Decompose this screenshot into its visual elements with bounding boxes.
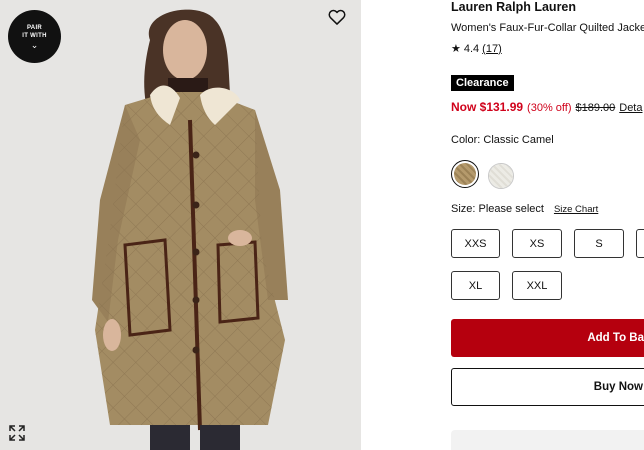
size-row: Size: Please select Size Chart [451, 203, 598, 215]
pair-it-with-button[interactable]: PAIR IT WITH ⌄ [8, 10, 61, 63]
size-option-xl[interactable]: XL [451, 271, 500, 300]
original-price: $189.00 [575, 102, 616, 114]
product-details: Lauren Ralph Lauren Women's Faux-Fur-Col… [451, 0, 644, 450]
size-option-xs[interactable]: XS [512, 229, 562, 258]
swatch-classic-camel[interactable] [451, 160, 479, 188]
add-to-bag-button[interactable]: Add To Ba [451, 319, 644, 357]
heart-icon[interactable] [327, 7, 347, 27]
price-block: Now $131.99 (30% off) $189.00 Deta [451, 100, 643, 114]
info-box [451, 430, 644, 450]
size-option-s[interactable]: S [574, 229, 624, 258]
price-details-link[interactable]: Deta [619, 102, 642, 114]
star-icon: ★ [451, 43, 461, 55]
swatch-alternate-color[interactable] [488, 163, 514, 189]
rating: ★ 4.4 (17) [451, 42, 502, 56]
brand-name[interactable]: Lauren Ralph Lauren [451, 0, 576, 14]
size-option-xxs[interactable]: XXS [451, 229, 500, 258]
pair-label-line2: IT WITH [22, 33, 47, 39]
size-chart-link[interactable]: Size Chart [554, 204, 598, 215]
pair-label-line1: PAIR [26, 25, 43, 31]
product-photo [0, 0, 361, 450]
size-label: Size: Please select [451, 203, 544, 215]
clearance-badge: Clearance [451, 75, 514, 91]
percent-off: (30% off) [527, 102, 572, 114]
expand-icon[interactable] [8, 424, 26, 442]
color-label: Color: Classic Camel [451, 134, 554, 146]
size-option-xxl[interactable]: XXL [512, 271, 562, 300]
review-count-link[interactable]: (17) [482, 43, 502, 55]
rating-value: 4.4 [463, 42, 480, 55]
sale-price: Now $131.99 [451, 100, 524, 114]
product-image[interactable]: PAIR IT WITH ⌄ [0, 0, 361, 450]
chevron-down-icon: ⌄ [30, 40, 39, 50]
product-name: Women's Faux-Fur-Collar Quilted Jacket [451, 22, 644, 34]
buy-now-button[interactable]: Buy Now [451, 368, 644, 406]
size-option-m[interactable] [636, 229, 644, 258]
